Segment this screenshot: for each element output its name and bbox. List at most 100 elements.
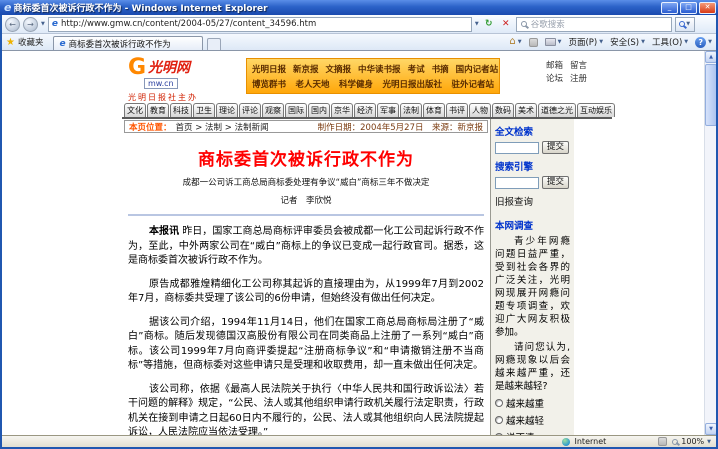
channel-tab[interactable]: 评论 xyxy=(239,103,261,117)
favorites-label: 收藏夹 xyxy=(18,36,44,48)
address-input[interactable]: e http://www.gmw.cn/content/2004-05/27/c… xyxy=(48,17,472,32)
search-placeholder: 谷歌搜索 xyxy=(531,18,565,30)
search-go-icon xyxy=(679,21,685,27)
logo-subtitle: 光明日报社主办 xyxy=(128,92,198,103)
home-caret-icon: ▼ xyxy=(518,39,522,45)
address-bar: ← → ▼ e http://www.gmw.cn/content/2004-0… xyxy=(2,15,716,34)
print-caret-icon: ▼ xyxy=(558,39,562,45)
channel-tab[interactable]: 书评 xyxy=(446,103,468,117)
channel-tab[interactable]: 体育 xyxy=(423,103,445,117)
internet-globe-icon xyxy=(562,438,570,446)
zoom-control[interactable]: 100% ▼ xyxy=(672,437,711,446)
breadcrumb-path[interactable]: 首页 > 法制 > 法制新闻 xyxy=(176,121,269,133)
status-zone-label: Internet xyxy=(575,437,607,446)
forward-button[interactable]: → xyxy=(23,17,38,32)
header-link[interactable]: 考试 xyxy=(408,63,425,75)
print-icon xyxy=(545,38,556,46)
corner-link[interactable]: 留言 xyxy=(570,60,587,73)
radio-icon[interactable] xyxy=(495,399,503,407)
protected-mode-icon[interactable] xyxy=(658,437,667,446)
minimize-button[interactable]: _ xyxy=(661,2,678,14)
channel-tab[interactable]: 京华 xyxy=(331,103,353,117)
window-title: 商标委首次被诉行政不作为 - Windows Internet Explorer xyxy=(13,1,661,14)
channel-tab[interactable]: 人物 xyxy=(469,103,491,117)
channel-tab[interactable]: 法制 xyxy=(400,103,422,117)
survey-option[interactable]: 越来越重 xyxy=(495,396,570,410)
old-paper-link[interactable]: 旧报查询 xyxy=(495,194,570,208)
radio-icon[interactable] xyxy=(495,416,503,424)
maximize-button[interactable]: □ xyxy=(680,2,697,14)
header-link[interactable]: 中华读书报 xyxy=(358,63,401,75)
channel-tab[interactable]: 卫生 xyxy=(193,103,215,117)
refresh-button[interactable]: ↻ xyxy=(482,17,496,32)
channel-tab[interactable]: 数码 xyxy=(492,103,514,117)
engine-submit-button[interactable]: 提交 xyxy=(542,176,569,189)
corner-link[interactable]: 论坛 xyxy=(546,73,563,86)
search-go-button[interactable]: ▼ xyxy=(675,17,695,32)
close-button[interactable]: ✕ xyxy=(699,2,716,14)
feeds-button[interactable] xyxy=(529,38,538,47)
channel-tab[interactable]: 观察 xyxy=(262,103,284,117)
home-icon: ⌂ xyxy=(509,37,515,47)
article-paragraph: 本报讯昨日，国家工商总局商标评审委员会被成都一化工公司起诉行政不作为，至此，中外… xyxy=(128,225,484,269)
channel-tab[interactable]: 理论 xyxy=(216,103,238,117)
help-icon: ? xyxy=(695,37,706,48)
right-sidebar: 全文检索 提交 搜索引擎 提交 旧报查询 本网调查 青少年网瘾问题日益严重，受到… xyxy=(490,119,574,435)
channel-tab[interactable]: 军事 xyxy=(377,103,399,117)
article-column: 本页位置： 首页 > 法制 > 法制新闻 制作日期：2004年5月27日 来源：… xyxy=(122,119,490,435)
header-link[interactable]: 光明日报出版社 xyxy=(382,78,442,90)
stop-button[interactable]: ✕ xyxy=(499,17,513,32)
header-link[interactable]: 书摘 xyxy=(432,63,449,75)
channel-tab[interactable]: 互动娱乐 xyxy=(577,103,615,117)
browser-tab[interactable]: e 商标委首次被诉行政不作为 xyxy=(53,36,203,50)
header-link[interactable]: 文摘报 xyxy=(326,63,352,75)
history-dropdown-icon[interactable]: ▼ xyxy=(41,21,45,27)
channel-tab[interactable]: 教育 xyxy=(147,103,169,117)
channel-tab[interactable]: 国际 xyxy=(285,103,307,117)
back-button[interactable]: ← xyxy=(5,17,20,32)
ie-logo-icon: e xyxy=(4,2,11,13)
channel-tab[interactable]: 经济 xyxy=(354,103,376,117)
channel-tab[interactable]: 文化 xyxy=(124,103,146,117)
home-button[interactable]: ⌂ ▼ xyxy=(509,37,521,47)
header-link[interactable]: 驻外记者站 xyxy=(451,78,494,90)
channel-tab[interactable]: 科技 xyxy=(170,103,192,117)
tools-menu-button[interactable]: 工具(O) ▼ xyxy=(652,36,688,48)
zoom-magnifier-icon xyxy=(672,439,678,445)
header-link[interactable]: 博览群书 xyxy=(252,78,286,90)
header-link[interactable]: 新京报 xyxy=(293,63,319,75)
help-button[interactable]: ? ▼ xyxy=(695,37,712,48)
header-link[interactable]: 科学健身 xyxy=(339,78,373,90)
channel-tab[interactable]: 国内 xyxy=(308,103,330,117)
title-bar: e 商标委首次被诉行政不作为 - Windows Internet Explor… xyxy=(0,0,718,15)
new-tab-stub[interactable] xyxy=(207,38,221,50)
favorites-bar: ★ 收藏夹 e 商标委首次被诉行政不作为 ⌂ ▼ ▼ 页面(P) ▼ 安全(S)… xyxy=(2,34,716,51)
print-button[interactable]: ▼ xyxy=(545,38,562,46)
scroll-down-icon[interactable]: ▼ xyxy=(705,423,716,435)
channel-tab[interactable]: 道德之光 xyxy=(538,103,576,117)
favorites-button[interactable]: ★ 收藏夹 xyxy=(6,34,43,50)
corner-link[interactable]: 邮箱 xyxy=(546,60,563,73)
vertical-scrollbar[interactable]: ▲ ▼ xyxy=(704,51,716,435)
scroll-up-icon[interactable]: ▲ xyxy=(705,51,716,63)
search-input[interactable]: 谷歌搜索 xyxy=(516,17,672,32)
fulltext-submit-button[interactable]: 提交 xyxy=(542,141,569,154)
search-options-caret-icon: ▼ xyxy=(686,21,690,27)
corner-link[interactable]: 注册 xyxy=(570,73,587,86)
header-link[interactable]: 老人天地 xyxy=(295,78,329,90)
scrollbar-thumb[interactable] xyxy=(705,64,716,126)
address-dropdown-icon[interactable]: ▼ xyxy=(475,21,479,27)
fulltext-search-input[interactable] xyxy=(495,142,539,154)
site-logo[interactable]: G 光明网 mw.cn 光明日报社主办 xyxy=(128,57,198,103)
header-link[interactable]: 国内记者站 xyxy=(456,63,499,75)
help-caret-icon: ▼ xyxy=(708,39,712,45)
channel-tab-bar: 文化教育科技卫生理论评论观察国际国内京华经济军事法制体育书评人物数码美术道德之光… xyxy=(122,104,612,119)
url-text: http://www.gmw.cn/content/2004-05/27/con… xyxy=(61,19,316,29)
survey-option-label: 越来越轻 xyxy=(506,413,544,427)
survey-option[interactable]: 越来越轻 xyxy=(495,413,570,427)
engine-search-input[interactable] xyxy=(495,177,539,189)
page-menu-button[interactable]: 页面(P) ▼ xyxy=(568,36,603,48)
channel-tab[interactable]: 美术 xyxy=(515,103,537,117)
header-link[interactable]: 光明日报 xyxy=(252,63,286,75)
security-menu-button[interactable]: 安全(S) ▼ xyxy=(610,36,645,48)
